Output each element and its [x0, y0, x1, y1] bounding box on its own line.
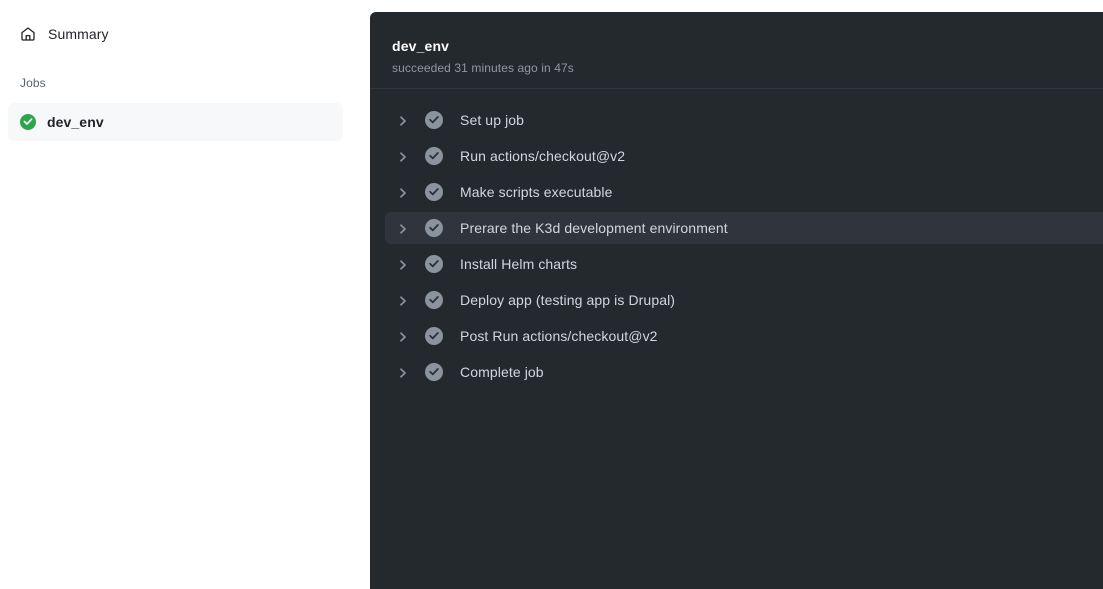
- step-row[interactable]: Set up job: [385, 104, 1103, 136]
- sidebar-jobs-heading: Jobs: [20, 76, 46, 90]
- step-label: Make scripts executable: [460, 184, 613, 200]
- step-row[interactable]: Complete job: [385, 356, 1103, 388]
- check-circle-fill-icon: [425, 291, 443, 309]
- step-label: Complete job: [460, 364, 544, 380]
- step-row[interactable]: Deploy app (testing app is Drupal): [385, 284, 1103, 316]
- chevron-right-icon[interactable]: [397, 186, 409, 198]
- check-circle-fill-icon: [425, 327, 443, 345]
- step-label: Prerare the K3d development environment: [460, 220, 728, 236]
- check-circle-fill-icon: [425, 363, 443, 381]
- chevron-right-icon[interactable]: [397, 222, 409, 234]
- check-circle-fill-icon: [425, 255, 443, 273]
- check-circle-fill-icon: [425, 219, 443, 237]
- home-icon: [20, 26, 36, 42]
- step-row[interactable]: Run actions/checkout@v2: [385, 140, 1103, 172]
- step-label: Deploy app (testing app is Drupal): [460, 292, 676, 308]
- chevron-right-icon[interactable]: [397, 258, 409, 270]
- job-log-panel: dev_env succeeded 31 minutes ago in 47s …: [370, 12, 1103, 589]
- step-row[interactable]: Post Run actions/checkout@v2: [385, 320, 1103, 352]
- sidebar-item-job-dev-env[interactable]: dev_env: [8, 103, 343, 141]
- chevron-right-icon[interactable]: [397, 114, 409, 126]
- chevron-right-icon[interactable]: [397, 366, 409, 378]
- job-log-header: dev_env succeeded 31 minutes ago in 47s: [370, 12, 1103, 89]
- sidebar-item-summary[interactable]: Summary: [8, 20, 343, 48]
- job-title: dev_env: [392, 38, 450, 54]
- step-label: Install Helm charts: [460, 256, 578, 272]
- check-circle-fill-icon: [425, 183, 443, 201]
- jobs-sidebar: Summary Jobs dev_env: [0, 0, 370, 589]
- step-label: Run actions/checkout@v2: [460, 148, 626, 164]
- step-label: Set up job: [460, 112, 525, 128]
- sidebar-item-summary-label: Summary: [48, 26, 109, 42]
- sidebar-job-label: dev_env: [47, 114, 104, 130]
- step-row[interactable]: Install Helm charts: [385, 248, 1103, 280]
- chevron-right-icon[interactable]: [397, 294, 409, 306]
- check-circle-fill-icon: [425, 147, 443, 165]
- job-status-summary: succeeded 31 minutes ago in 47s: [392, 61, 574, 75]
- job-steps-list: Set up job Run actions/checkout@v2 Make …: [370, 89, 1103, 388]
- chevron-right-icon[interactable]: [397, 150, 409, 162]
- chevron-right-icon[interactable]: [397, 330, 409, 342]
- check-circle-fill-icon: [425, 111, 443, 129]
- workflow-run-page: Summary Jobs dev_env dev_env succeeded 3…: [0, 0, 1103, 589]
- step-row-active[interactable]: Prerare the K3d development environment: [385, 212, 1103, 244]
- check-circle-fill-icon: [20, 114, 36, 130]
- step-row[interactable]: Make scripts executable: [385, 176, 1103, 208]
- step-label: Post Run actions/checkout@v2: [460, 328, 658, 344]
